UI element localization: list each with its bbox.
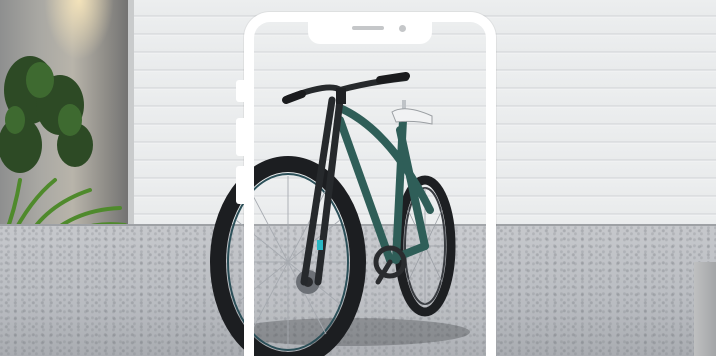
planter-box <box>694 262 716 356</box>
plants-icon <box>0 56 127 247</box>
phone-camera-icon <box>399 25 406 32</box>
hero-scene <box>0 0 716 356</box>
phone-frame-icon <box>244 12 496 356</box>
phone-side-button <box>236 118 244 156</box>
phone-speaker-icon <box>352 26 384 30</box>
phone-side-button <box>236 80 244 102</box>
phone-side-button <box>236 166 244 204</box>
